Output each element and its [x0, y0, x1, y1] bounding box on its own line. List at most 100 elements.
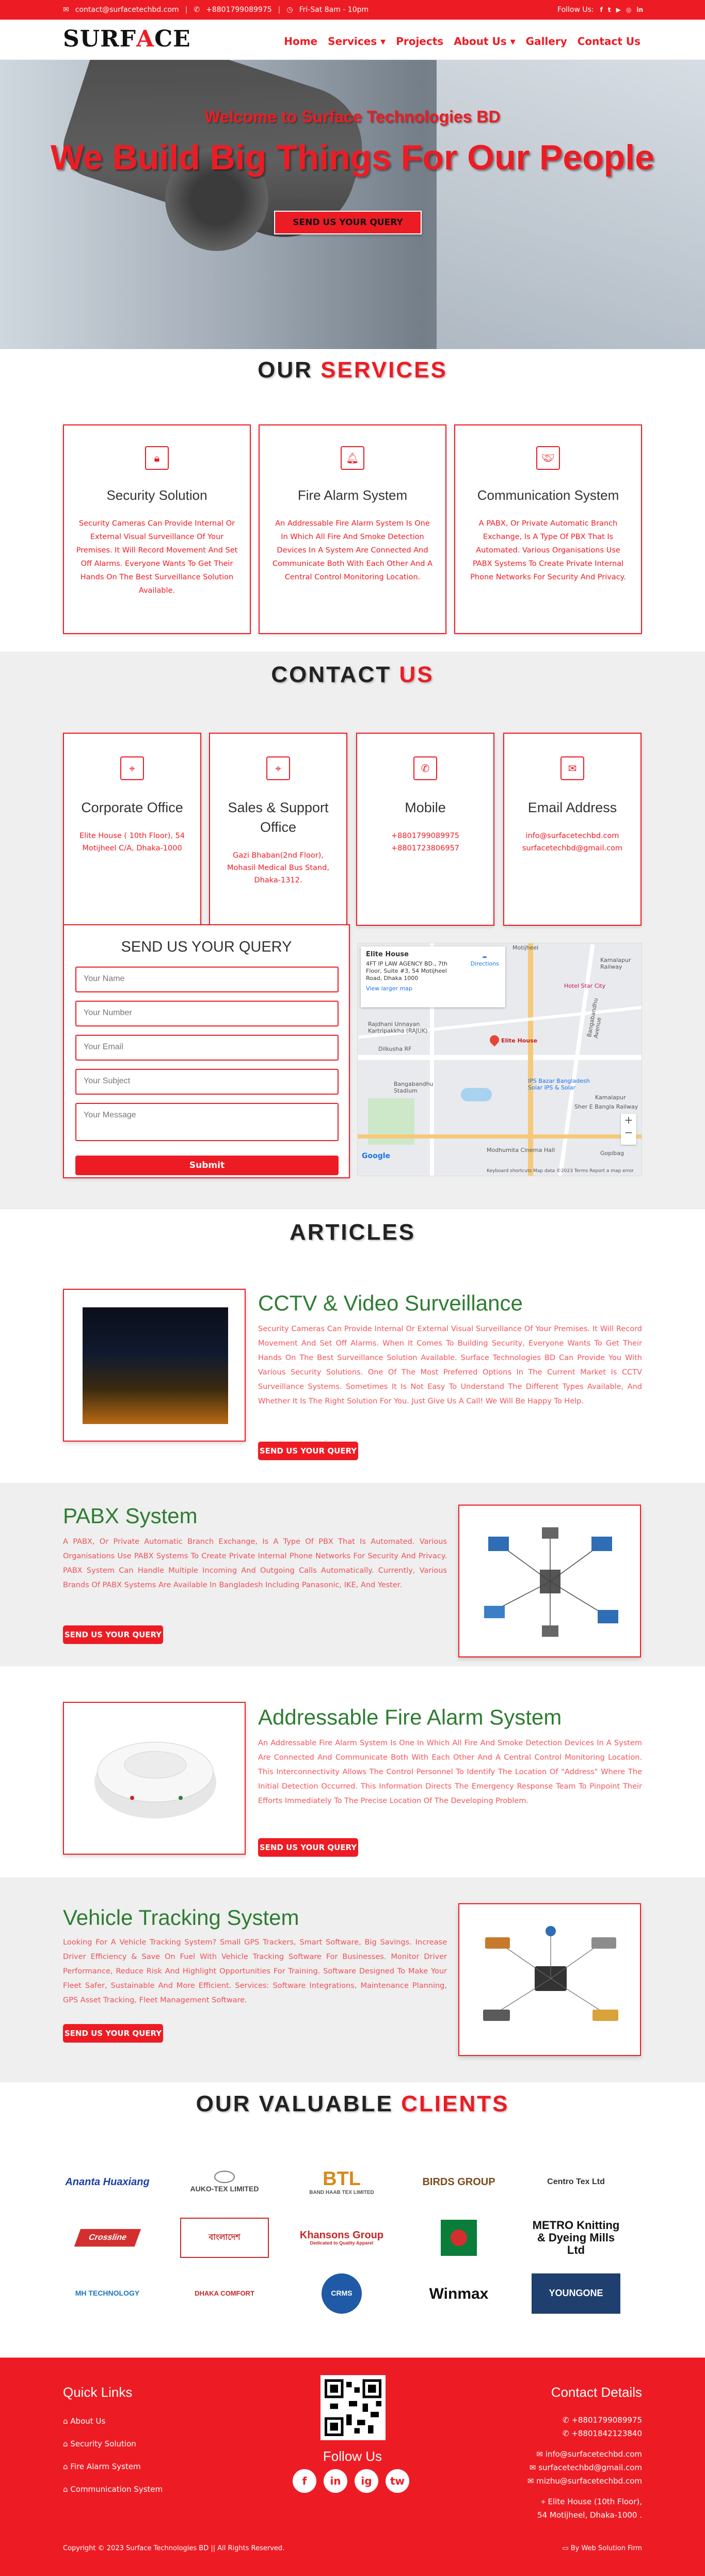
map-directions[interactable]: ➦ Directions: [471, 954, 499, 967]
location-icon: ⌖: [541, 2497, 548, 2506]
map-info-card: Elite House 4FT IP LAW AGENCY BD., 7th F…: [361, 946, 505, 1007]
instagram-icon[interactable]: ◎: [626, 6, 631, 13]
article-query-button[interactable]: SEND US YOUR QUERY: [63, 2024, 163, 2043]
contact-line[interactable]: surfacetechbd@gmail.com: [522, 844, 622, 852]
mail-icon: ✉: [527, 2476, 537, 2486]
hero-welcome: Welcome to Surface Technologies BD: [204, 107, 501, 126]
contact-line[interactable]: info@surfacetechbd.com: [525, 832, 619, 840]
pabx-diagram-image: [484, 1527, 618, 1637]
copyright-text: Copyright © 2023 Surface Technologies BD…: [63, 2545, 285, 2552]
footer-email-3[interactable]: ✉ mizhu@surfacetechbd.com: [527, 2476, 642, 2486]
footer-address-1: ⌖ Elite House (10th Floor),: [541, 2497, 642, 2506]
laptop-icon: ▭: [562, 2545, 571, 2552]
client-logo: CRMS: [297, 2273, 386, 2314]
article-title: Addressable Fire Alarm System: [258, 1705, 562, 1729]
article-query-button[interactable]: SEND US YOUR QUERY: [258, 1442, 358, 1460]
mail-icon: ✉: [560, 756, 584, 780]
map-label: Rajdhani Unnayan Kartripakkha (RAJUK): [368, 1021, 428, 1034]
twitter-icon[interactable]: tw: [386, 2469, 409, 2493]
map-pin-icon[interactable]: [488, 1033, 501, 1047]
zoom-in-button[interactable]: +: [621, 1114, 636, 1126]
nav-item-services[interactable]: Services ▾: [328, 35, 386, 48]
message-input[interactable]: Your Message: [75, 1103, 339, 1141]
service-text: A PABX, Or Private Automatic Branch Exch…: [470, 519, 626, 581]
nav-item-about[interactable]: About Us ▾: [454, 35, 515, 48]
article-title: Vehicle Tracking System: [63, 1905, 299, 1930]
phone-icon: ✆: [194, 6, 200, 14]
footer-email-2[interactable]: ✉ surfacetechbd@gmail.com: [530, 2463, 642, 2472]
qr-code: [321, 2375, 386, 2440]
linkedin-icon[interactable]: in: [636, 6, 643, 13]
topbar-phone[interactable]: +8801799089975: [206, 6, 272, 14]
footer-link-communication[interactable]: ⌂ Communication System: [63, 2485, 163, 2494]
contact-details-title: Contact Details: [551, 2384, 642, 2400]
footer-link-security[interactable]: ⌂ Security Solution: [63, 2439, 136, 2448]
hero-query-button[interactable]: SEND US YOUR QUERY: [274, 211, 422, 234]
lock-icon: 🔒︎: [145, 446, 169, 470]
service-card-security[interactable]: 🔒︎ Security Solution Security Cameras Ca…: [63, 424, 251, 634]
nav-item-projects[interactable]: Projects: [396, 35, 443, 48]
query-form: SEND US YOUR QUERY Your Name Your Number…: [63, 924, 350, 1178]
map-address: 4FT IP LAW AGENCY BD., 7th Floor, Suite …: [366, 960, 447, 982]
client-logo: Khansons Group Dedicated to Quality Appar…: [299, 2230, 384, 2246]
map-footer[interactable]: Keyboard shortcuts Map data ©2023 Terms …: [487, 1168, 634, 1174]
topbar-email[interactable]: contact@surfacetechbd.com: [75, 6, 179, 14]
map-label: Kamalapur Railway: [600, 957, 631, 970]
nav-item-gallery[interactable]: Gallery: [526, 35, 567, 48]
youtube-icon[interactable]: ▶: [616, 6, 621, 13]
phone-icon: ✆: [413, 756, 437, 780]
clients-title: OUR VALUABLE CLIENTS: [196, 2091, 509, 2116]
submit-button[interactable]: Submit: [75, 1156, 339, 1175]
map-label: Modhumita Cinema Hall: [487, 1147, 555, 1153]
name-input[interactable]: Your Name: [75, 967, 339, 992]
map-label: Sher E Bangla Railway: [574, 1103, 638, 1110]
home-icon: ⌂: [63, 2439, 71, 2448]
contact-line[interactable]: +8801723806957: [391, 844, 459, 852]
subject-input[interactable]: Your Subject: [75, 1069, 339, 1095]
facebook-icon[interactable]: f: [293, 2469, 316, 2493]
service-title: Fire Alarm System: [297, 487, 408, 503]
contact-line: Gazi Bhaban(2nd Floor),: [233, 851, 324, 860]
client-logo: Centro Tex Ltd: [547, 2177, 605, 2187]
credit-link[interactable]: ▭ By Web Solution Firm: [562, 2545, 642, 2552]
nav-item-home[interactable]: Home: [284, 35, 317, 48]
linkedin-icon[interactable]: in: [324, 2469, 347, 2493]
twitter-icon[interactable]: t: [608, 6, 611, 13]
service-card-fire-alarm[interactable]: 🔔︎ Fire Alarm System An Addressable Fire…: [259, 424, 446, 634]
footer-email-1[interactable]: ✉ info@surfacetechbd.com: [536, 2449, 642, 2459]
google-map[interactable]: Elite House 4FT IP LAW AGENCY BD., 7th F…: [357, 943, 642, 1176]
client-logo: AUKO-TEX LIMITED: [180, 2162, 269, 2202]
mail-icon: ✉: [529, 2463, 539, 2472]
map-larger-link[interactable]: View larger map: [366, 985, 500, 992]
contact-line: Dhaka-1312.: [254, 876, 302, 884]
contact-card-title: Corporate Office: [81, 800, 183, 815]
location-icon: ⌖: [266, 756, 290, 780]
site-logo[interactable]: SURFACE: [63, 26, 191, 52]
contact-card-title: Email Address: [527, 800, 617, 815]
contact-line[interactable]: +8801799089975: [391, 832, 459, 840]
instagram-icon[interactable]: ig: [355, 2469, 378, 2493]
map-label: Hotel Star City: [564, 983, 606, 989]
handshake-icon: 🤝︎: [536, 446, 560, 470]
service-card-communication[interactable]: 🤝︎ Communication System A PABX, Or Priva…: [454, 424, 642, 634]
phone-icon: ✆: [563, 2415, 572, 2425]
map-zoom-control: + −: [621, 1114, 636, 1145]
facebook-icon[interactable]: f: [600, 6, 603, 13]
follow-label: Follow Us:: [557, 6, 594, 14]
hero-headline: We Build Big Things For Our People: [51, 138, 654, 177]
footer-phone-2[interactable]: ✆ +8801842123840: [563, 2429, 642, 2438]
nav-item-contact[interactable]: Contact Us: [578, 35, 640, 48]
article-text: A PABX, Or Private Automatic Branch Exch…: [63, 1538, 447, 1589]
footer-link-about[interactable]: ⌂ About Us: [63, 2416, 105, 2426]
article-text: An Addressable Fire Alarm System Is One …: [258, 1739, 642, 1805]
client-logo: BIRDS GROUP: [422, 2176, 495, 2188]
email-input[interactable]: Your Email: [75, 1035, 339, 1061]
number-input[interactable]: Your Number: [75, 1001, 339, 1026]
article-query-button[interactable]: SEND US YOUR QUERY: [63, 1625, 163, 1644]
article-image-frame: [63, 1702, 246, 1855]
contact-card-corporate: ⌖ Corporate Office Elite House ( 10th Fl…: [63, 733, 201, 926]
article-query-button[interactable]: SEND US YOUR QUERY: [258, 1838, 358, 1857]
map-label: Motijheel: [512, 944, 539, 951]
footer-phone-1[interactable]: ✆ +8801799089975: [563, 2415, 642, 2425]
zoom-out-button[interactable]: −: [621, 1126, 636, 1139]
